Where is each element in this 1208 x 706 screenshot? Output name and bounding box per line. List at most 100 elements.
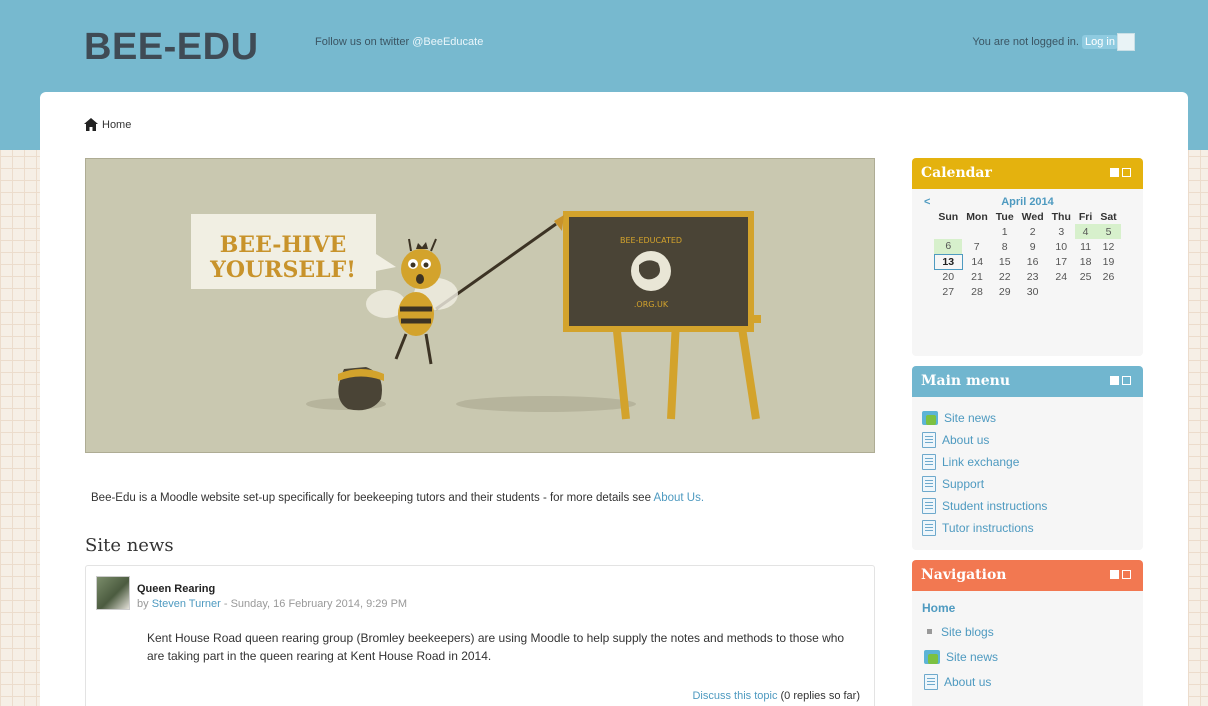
- calendar-date[interactable]: 16: [1018, 254, 1048, 269]
- author-link[interactable]: Steven Turner: [152, 598, 221, 610]
- forum-icon: [924, 649, 940, 664]
- main-menu-block: Main menu Site news About us Link exchan…: [912, 366, 1143, 550]
- hide-block-icon[interactable]: [1110, 570, 1119, 579]
- calendar-date[interactable]: 6: [934, 239, 963, 254]
- calendar-date[interactable]: 20: [934, 269, 962, 284]
- menu-item-support[interactable]: Support: [922, 473, 1143, 495]
- calendar-date[interactable]: 2: [1018, 224, 1048, 239]
- menu-item-about-us[interactable]: About us: [922, 429, 1143, 451]
- forum-post: Queen Rearing by Steven Turner - Sunday,…: [85, 565, 875, 706]
- menu-item-label[interactable]: Tutor instructions: [942, 521, 1034, 535]
- page-icon: [924, 673, 938, 690]
- nav-item-label[interactable]: About us: [944, 675, 991, 689]
- calendar-date[interactable]: 4: [1074, 224, 1097, 239]
- nav-item-site-news[interactable]: Site news: [922, 644, 1143, 669]
- menu-item-label[interactable]: About us: [942, 433, 989, 447]
- calendar-date[interactable]: 25: [1075, 269, 1096, 284]
- nav-item-site-blogs[interactable]: Site blogs: [922, 619, 1143, 644]
- calendar-date[interactable]: 13: [933, 253, 963, 270]
- calendar-empty-cell: [934, 224, 962, 239]
- calendar-day-header: Mon: [966, 211, 988, 223]
- calendar-date[interactable]: 17: [1048, 254, 1075, 269]
- calendar-date[interactable]: 1: [992, 224, 1018, 239]
- calendar-day-header: Wed: [1021, 211, 1044, 223]
- site-logo[interactable]: BEE-EDU: [84, 26, 259, 69]
- calendar-date[interactable]: 22: [992, 269, 1018, 284]
- calendar-date[interactable]: 8: [992, 239, 1018, 254]
- login-status: You are not logged in.: [972, 36, 1079, 48]
- site-news-heading: Site news: [85, 535, 174, 556]
- dock-block-icon[interactable]: [1122, 376, 1131, 385]
- calendar-date[interactable]: 5: [1096, 224, 1121, 239]
- menu-item-label[interactable]: Link exchange: [942, 455, 1019, 469]
- calendar-date[interactable]: 28: [962, 284, 992, 299]
- calendar-date[interactable]: 30: [1018, 284, 1048, 299]
- avatar: [1117, 33, 1135, 51]
- menu-item-site-news[interactable]: Site news: [922, 407, 1143, 429]
- block-controls: [1110, 168, 1131, 177]
- calendar-date[interactable]: 21: [962, 269, 992, 284]
- calendar-date[interactable]: 3: [1048, 224, 1075, 239]
- nav-home[interactable]: Home: [922, 601, 1143, 619]
- menu-item-link-exchange[interactable]: Link exchange: [922, 451, 1143, 473]
- calendar-date[interactable]: 27: [934, 284, 962, 299]
- intro-body: Bee-Edu is a Moodle website set-up speci…: [91, 492, 651, 504]
- page-icon: [922, 454, 936, 470]
- navigation-title: Navigation: [921, 567, 1007, 583]
- menu-item-label[interactable]: Student instructions: [942, 499, 1047, 513]
- nav-item-about-us[interactable]: About us: [922, 669, 1143, 694]
- nav-item-label[interactable]: Site blogs: [941, 625, 994, 639]
- hide-block-icon[interactable]: [1110, 376, 1119, 385]
- forum-icon: [922, 411, 938, 425]
- calendar-date[interactable]: 12: [1096, 239, 1120, 254]
- author-avatar[interactable]: [96, 576, 130, 610]
- calendar-date[interactable]: 7: [962, 239, 992, 254]
- calendar-date[interactable]: 10: [1048, 239, 1075, 254]
- calendar-month: April 2014: [1001, 196, 1054, 208]
- main-menu-list: Site news About us Link exchange Support…: [912, 397, 1143, 539]
- menu-item-tutor-instructions[interactable]: Tutor instructions: [922, 517, 1143, 539]
- calendar-date[interactable]: 15: [992, 254, 1018, 269]
- menu-item-label[interactable]: Site news: [944, 411, 996, 425]
- calendar-date[interactable]: 14: [962, 254, 992, 269]
- calendar-day-header: Fri: [1078, 211, 1093, 223]
- menu-item-student-instructions[interactable]: Student instructions: [922, 495, 1143, 517]
- calendar-date[interactable]: 23: [1018, 269, 1048, 284]
- calendar-week: 6 7 8 9 10 11 12: [934, 239, 1120, 254]
- post-byline: by Steven Turner - Sunday, 16 February 2…: [137, 598, 407, 610]
- page-icon: [922, 498, 936, 514]
- calendar-date[interactable]: 24: [1048, 269, 1075, 284]
- calendar-date[interactable]: 29: [992, 284, 1018, 299]
- calendar-date[interactable]: 9: [1018, 239, 1048, 254]
- nav-item-label[interactable]: Site news: [946, 650, 998, 664]
- calendar-table: Sun Mon Tue Wed Thu Fri Sat 1 2 3 4 5 6 7 8 9 10 11 12 13 1…: [933, 210, 1121, 299]
- calendar-day-header: Thu: [1051, 211, 1071, 223]
- dock-block-icon[interactable]: [1122, 168, 1131, 177]
- calendar-date[interactable]: 18: [1075, 254, 1096, 269]
- calendar-week: 27 28 29 30: [934, 284, 1120, 299]
- intro-text: Bee-Edu is a Moodle website set-up speci…: [91, 492, 704, 504]
- calendar-date[interactable]: 26: [1096, 269, 1120, 284]
- hide-block-icon[interactable]: [1110, 168, 1119, 177]
- about-us-link[interactable]: About Us.: [654, 492, 705, 504]
- twitter-link[interactable]: @BeeEducate: [412, 36, 483, 48]
- breadcrumb-home[interactable]: Home: [102, 119, 131, 131]
- block-controls: [1110, 570, 1131, 579]
- discuss-link[interactable]: Discuss this topic: [692, 690, 777, 702]
- dock-block-icon[interactable]: [1122, 570, 1131, 579]
- bee-illustration: BEE-HIVE YOURSELF! BEE-EDUCATED .ORG.UK: [191, 211, 761, 420]
- previous-month-link[interactable]: <: [924, 196, 930, 208]
- calendar-title: Calendar: [921, 165, 992, 181]
- page-icon: [922, 432, 936, 448]
- calendar-day-header: Sun: [938, 211, 959, 223]
- menu-item-label[interactable]: Support: [942, 477, 984, 491]
- calendar-header: Calendar: [912, 158, 1143, 189]
- calendar-date[interactable]: 19: [1096, 254, 1120, 269]
- calendar-day-header: Tue: [995, 211, 1014, 223]
- calendar-date[interactable]: 11: [1075, 239, 1096, 254]
- speech-line-2: YOURSELF!: [209, 257, 356, 283]
- main-menu-header: Main menu: [912, 366, 1143, 397]
- board-top: BEE-EDUCATED: [620, 236, 682, 245]
- login-link[interactable]: Log in: [1082, 35, 1118, 49]
- speech-line-1: BEE-HIVE: [220, 232, 347, 258]
